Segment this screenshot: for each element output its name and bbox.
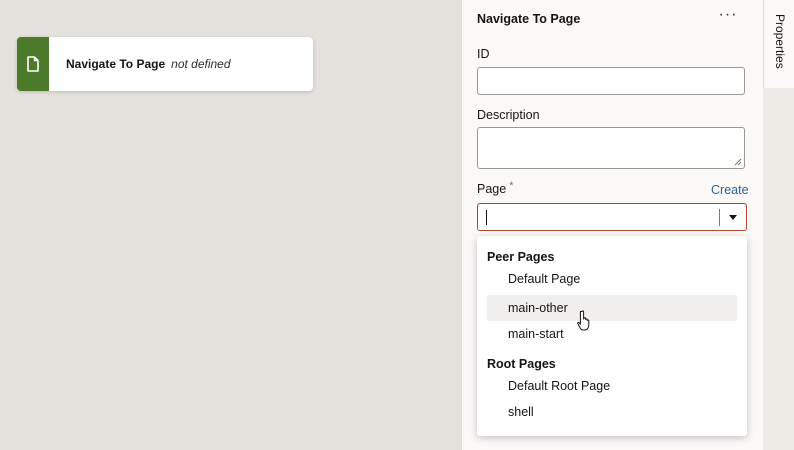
tab-properties-label: Properties: [773, 14, 787, 69]
group-header-root-pages: Root Pages: [487, 357, 556, 371]
option-shell[interactable]: shell: [487, 399, 737, 425]
option-main-start[interactable]: main-start: [487, 321, 737, 347]
page-label-text: Page: [477, 182, 507, 196]
resize-handle-icon[interactable]: [734, 158, 742, 166]
id-input[interactable]: [477, 67, 745, 95]
id-label: ID: [477, 47, 490, 61]
panel-title: Navigate To Page: [477, 12, 581, 26]
select-divider: [719, 209, 720, 226]
description-label: Description: [477, 108, 540, 122]
chevron-down-icon[interactable]: [729, 215, 737, 220]
description-textarea[interactable]: [477, 127, 745, 169]
group-header-peer-pages: Peer Pages: [487, 250, 555, 264]
option-default-page[interactable]: Default Page: [487, 266, 737, 292]
hand-pointer-icon: [577, 310, 590, 331]
page-select[interactable]: [477, 203, 747, 231]
node-status: not defined: [171, 57, 231, 71]
page-dropdown: Peer Pages Default Page main-other main-…: [477, 236, 747, 436]
page-icon: [27, 56, 39, 72]
properties-panel: Navigate To Page ··· ID Description Page…: [461, 0, 764, 450]
text-caret: [486, 210, 487, 225]
node-icon-box: [17, 37, 49, 91]
option-default-root-page[interactable]: Default Root Page: [487, 373, 737, 399]
tab-properties[interactable]: Properties: [763, 0, 794, 88]
option-main-other[interactable]: main-other: [487, 295, 737, 321]
more-options-button[interactable]: ···: [718, 7, 738, 29]
required-marker: *: [509, 180, 514, 192]
diagram-canvas[interactable]: Navigate To Page not defined: [0, 0, 461, 450]
side-tab-strip: Properties: [763, 0, 794, 450]
page-label: Page *: [477, 180, 514, 196]
create-page-link[interactable]: Create: [711, 183, 749, 197]
node-title: Navigate To Page: [66, 57, 166, 71]
navigate-to-page-node[interactable]: Navigate To Page not defined: [17, 37, 313, 91]
